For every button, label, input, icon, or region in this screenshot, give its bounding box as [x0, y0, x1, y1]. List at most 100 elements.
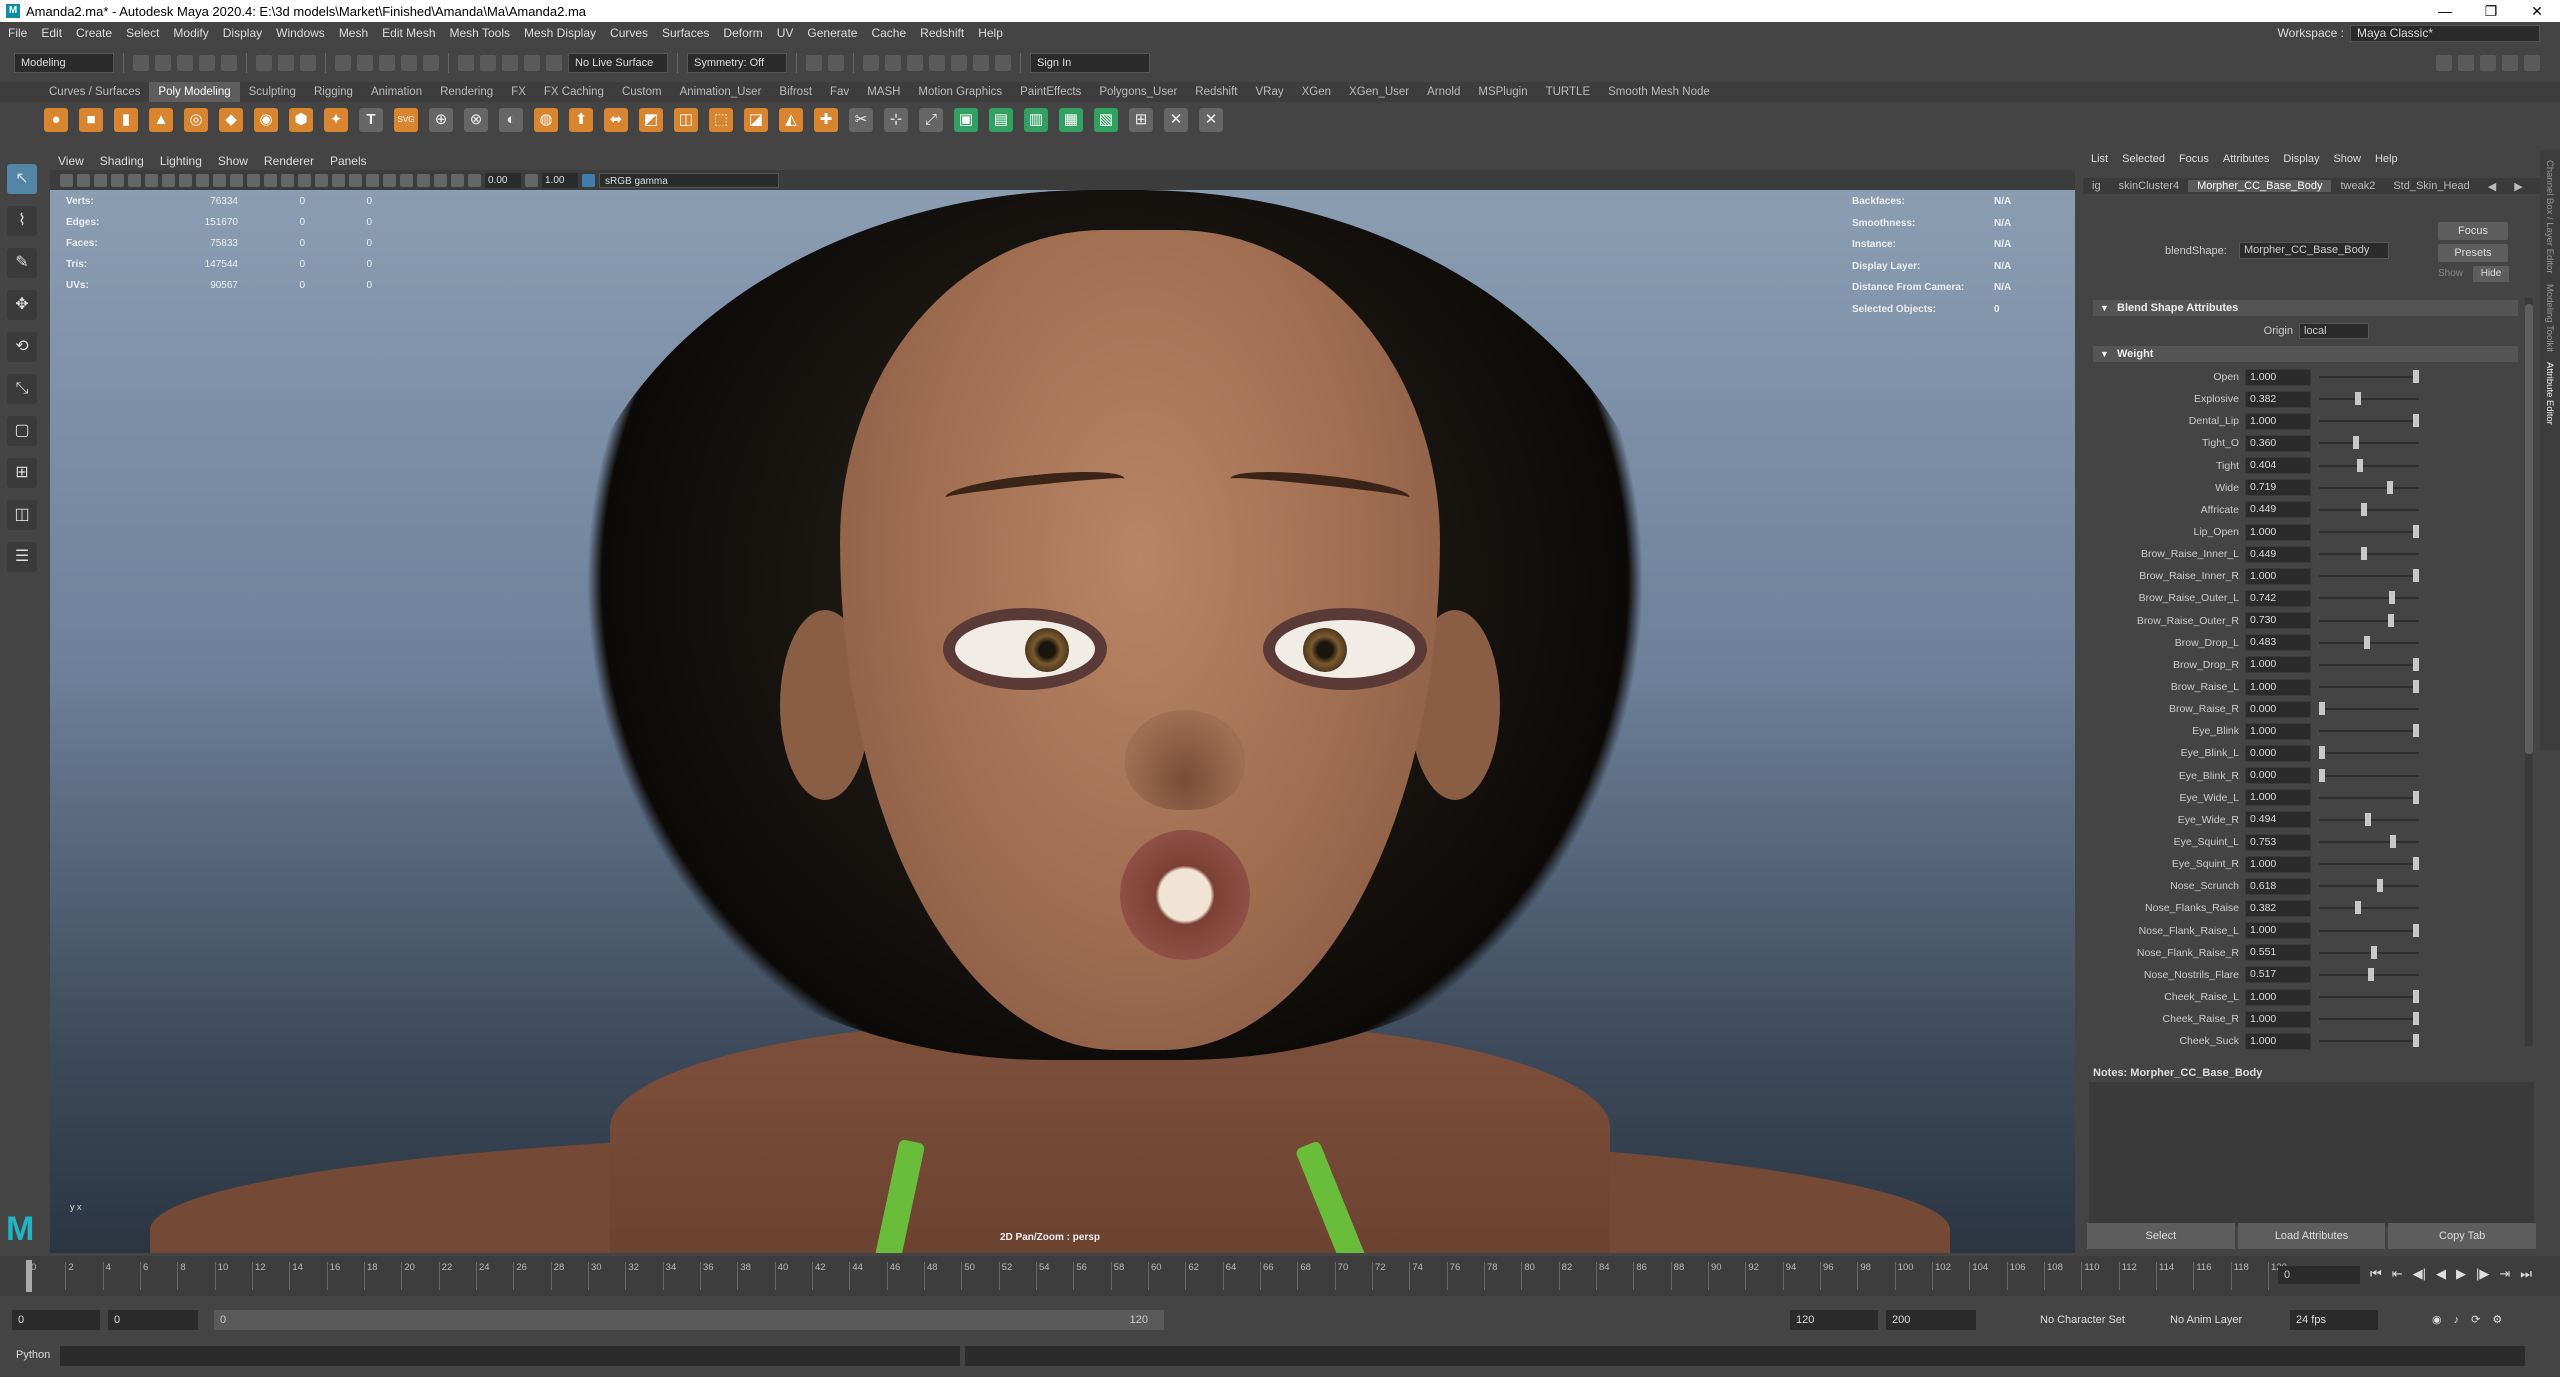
shelf-tab[interactable]: Arnold [1418, 82, 1469, 102]
poly-svg-icon[interactable]: SVG [394, 108, 418, 132]
shelf-tab[interactable]: Bifrost [770, 82, 821, 102]
ae-menu-help[interactable]: Help [2375, 153, 2398, 165]
bridge-icon[interactable]: ⬌ [604, 108, 628, 132]
viewport-menu-panels[interactable]: Panels [330, 154, 367, 168]
hide-button[interactable]: Hide [2473, 266, 2509, 282]
xray-joints-icon[interactable] [451, 173, 464, 187]
weight-value-field[interactable]: 0.483 [2245, 634, 2311, 652]
weight-slider-track[interactable] [2319, 857, 2419, 871]
poly-cone-icon[interactable]: ▲ [149, 108, 173, 132]
shadows-icon[interactable] [349, 173, 362, 187]
weight-slider-track[interactable] [2319, 480, 2419, 494]
menu-cache[interactable]: Cache [871, 26, 906, 40]
weight-slider-track[interactable] [2319, 436, 2419, 450]
current-frame-field[interactable]: 0 [2278, 1266, 2360, 1284]
side-tab-channel-box[interactable]: Channel Box / Layer Editor [2544, 160, 2555, 274]
gamma-icon[interactable] [525, 173, 538, 187]
ae-tab[interactable]: tweak2 [2331, 180, 2384, 192]
select-tool-icon[interactable]: ↖ [7, 164, 37, 194]
history-icon[interactable] [806, 55, 822, 71]
merge-icon[interactable]: ⬚ [709, 108, 733, 132]
playhead[interactable] [26, 1260, 32, 1292]
loop-icon[interactable]: ⟳ [2471, 1310, 2480, 1330]
workspace-dropdown[interactable]: Maya Classic* [2350, 24, 2540, 42]
safe-action-icon[interactable] [247, 173, 260, 187]
weight-slider-handle[interactable] [2354, 392, 2361, 406]
ae-scroll-thumb[interactable] [2525, 304, 2533, 754]
edge-mask-icon[interactable] [357, 55, 373, 71]
character-set-dropdown[interactable]: No Character Set [2040, 1310, 2125, 1330]
weight-value-field[interactable]: 0.000 [2245, 767, 2311, 785]
weight-slider-track[interactable] [2319, 392, 2419, 406]
poly-torus-icon[interactable]: ◎ [184, 108, 208, 132]
separate-icon[interactable]: ⊗ [464, 108, 488, 132]
render-frame-icon[interactable] [885, 55, 901, 71]
weight-value-field[interactable]: 0.360 [2245, 434, 2311, 452]
section-weight[interactable]: Weight [2093, 346, 2518, 362]
weight-value-field[interactable]: 0.494 [2245, 811, 2311, 829]
weight-value-field[interactable]: 1.000 [2245, 1010, 2311, 1028]
ae-tab[interactable]: Std_Skin_Head [2384, 180, 2478, 192]
weight-value-field[interactable]: 0.449 [2245, 501, 2311, 519]
poly-platonic-icon[interactable]: ⬢ [289, 108, 313, 132]
connect-icon[interactable]: ⤢ [919, 108, 943, 132]
shelf-tab[interactable]: Rigging [305, 82, 362, 102]
poke-icon[interactable]: ✚ [814, 108, 838, 132]
wedge-icon[interactable]: ◭ [779, 108, 803, 132]
weight-slider-handle[interactable] [2352, 436, 2359, 450]
planar-map-icon[interactable]: ▤ [989, 108, 1013, 132]
step-forward-frame-icon[interactable]: |▶ [2476, 1266, 2489, 1282]
poly-cube-icon[interactable]: ■ [79, 108, 103, 132]
grid-icon[interactable] [162, 173, 175, 187]
scene-end-field[interactable]: 200 [1886, 1310, 1976, 1330]
scene-start-field[interactable]: 0 [12, 1310, 100, 1330]
weight-slider-handle[interactable] [2386, 480, 2393, 494]
ae-menu-display[interactable]: Display [2283, 153, 2319, 165]
gamma-field[interactable]: 1.00 [542, 172, 578, 188]
weight-value-field[interactable]: 1.000 [2245, 922, 2311, 940]
notes-textarea[interactable] [2089, 1082, 2534, 1227]
play-forwards-icon[interactable]: ▶ [2456, 1266, 2466, 1282]
ambient-occlusion-icon[interactable] [366, 173, 379, 187]
wireframe-icon[interactable] [264, 173, 277, 187]
weight-slider-handle[interactable] [2413, 724, 2419, 738]
weight-slider-track[interactable] [2319, 1034, 2419, 1048]
viewport-menu-show[interactable]: Show [218, 154, 248, 168]
fill-hole-icon[interactable]: ◫ [674, 108, 698, 132]
input-ops-icon[interactable] [828, 55, 844, 71]
shelf-tab[interactable]: FX Caching [535, 82, 613, 102]
shelf-tab[interactable]: MSPlugin [1469, 82, 1536, 102]
shelf-tab[interactable]: Motion Graphics [909, 82, 1011, 102]
weight-value-field[interactable]: 0.753 [2245, 833, 2311, 851]
origin-dropdown[interactable]: local [2299, 323, 2369, 339]
move-tool-icon[interactable]: ✥ [7, 290, 37, 320]
viewport-menu-lighting[interactable]: Lighting [160, 154, 202, 168]
pause-icon[interactable] [995, 55, 1011, 71]
image-plane-icon[interactable] [111, 173, 124, 187]
smooth-icon[interactable]: ◍ [534, 108, 558, 132]
shelf-tab[interactable]: Curves / Surfaces [40, 82, 149, 102]
unfold-icon[interactable]: ⊞ [1129, 108, 1153, 132]
weight-value-field[interactable]: 0.404 [2245, 457, 2311, 475]
append-icon[interactable]: ◪ [744, 108, 768, 132]
weight-slider-track[interactable] [2319, 879, 2419, 893]
weight-slider-handle[interactable] [2413, 414, 2419, 428]
script-language-label[interactable]: Python [16, 1349, 50, 1361]
side-tab-attribute-editor[interactable]: Attribute Editor [2544, 362, 2555, 425]
four-view-icon[interactable]: ⊞ [7, 458, 37, 488]
audio-icon[interactable]: ♪ [2454, 1310, 2460, 1330]
command-input[interactable] [60, 1346, 960, 1366]
preferences-icon[interactable]: ⚙ [2492, 1310, 2502, 1330]
weight-slider-track[interactable] [2319, 680, 2419, 694]
snap-surface-icon[interactable] [546, 55, 562, 71]
gate-mask-icon[interactable] [213, 173, 226, 187]
weight-value-field[interactable]: 0.517 [2245, 966, 2311, 984]
menu-deform[interactable]: Deform [723, 26, 762, 40]
redo-icon[interactable] [221, 55, 237, 71]
weight-slider-track[interactable] [2319, 525, 2419, 539]
weight-slider-handle[interactable] [2354, 901, 2361, 915]
ae-tab-scroll-right-icon[interactable]: ▶ [2505, 180, 2531, 193]
shelf-tab[interactable]: PaintEffects [1011, 82, 1090, 102]
node-name-field[interactable]: Morpher_CC_Base_Body [2239, 242, 2389, 259]
vertex-mask-icon[interactable] [335, 55, 351, 71]
